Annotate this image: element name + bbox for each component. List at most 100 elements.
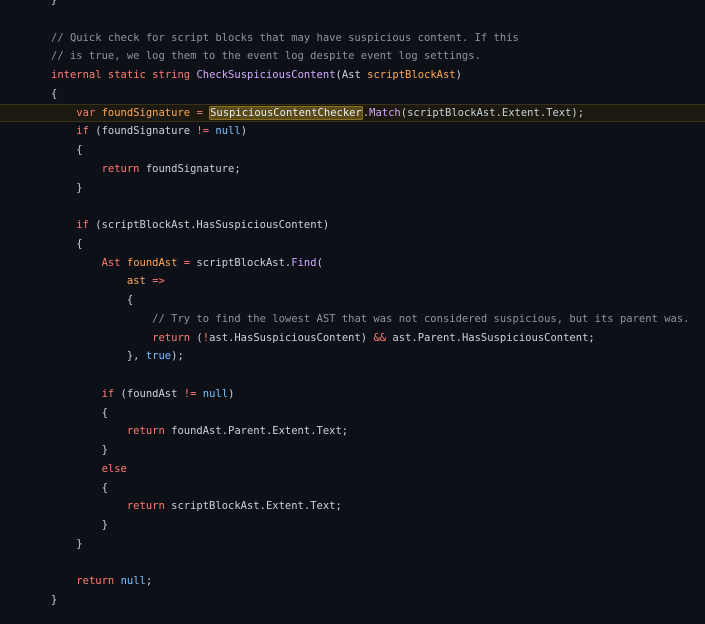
code-token: return: [126, 425, 165, 438]
code-token: {: [51, 481, 108, 494]
code-token: );: [171, 350, 184, 363]
code-token: (: [316, 256, 323, 269]
code-line[interactable]: if (foundAst != null): [0, 385, 705, 404]
code-token: // Quick check for script blocks that ma…: [51, 31, 519, 44]
code-view[interactable]: } // Quick check for script blocks that m…: [0, 0, 705, 624]
code-token: ): [228, 387, 235, 400]
code-token: foundAst.Parent.Extent.Text;: [164, 425, 349, 438]
code-line[interactable]: var foundSignature = SuspiciousContentCh…: [0, 103, 705, 123]
code-line[interactable]: [0, 197, 705, 216]
code-line[interactable]: }: [0, 591, 705, 610]
code-token: ): [240, 125, 248, 138]
code-token: },: [51, 350, 146, 363]
code-token: null: [215, 125, 241, 138]
code-line[interactable]: return foundSignature;: [0, 160, 705, 179]
code-line[interactable]: {: [0, 235, 705, 254]
code-token: foundSignature: [101, 106, 191, 119]
code-line[interactable]: return (!ast.HasSuspiciousContent) && as…: [0, 329, 705, 348]
code-token: ): [455, 69, 462, 81]
code-token: }: [51, 181, 83, 194]
code-token: foundSignature;: [139, 162, 241, 175]
code-token: var: [76, 106, 96, 119]
code-token: {: [51, 87, 58, 100]
code-token: ast.HasSuspiciousContent): [209, 331, 374, 344]
code-token: (scriptBlockAst.Extent.Text);: [400, 106, 585, 119]
code-line[interactable]: }: [0, 535, 705, 554]
code-line[interactable]: }: [0, 0, 705, 10]
code-token: {: [51, 406, 108, 419]
code-line[interactable]: {: [0, 479, 705, 498]
code-token: // is true, we log them to the event log…: [51, 50, 481, 63]
code-token: CheckSuspiciousContent: [196, 69, 336, 81]
code-line[interactable]: return null;: [0, 572, 705, 591]
code-line[interactable]: [0, 10, 705, 29]
code-token: // Try to find the lowest AST that was n…: [152, 312, 690, 325]
code-line[interactable]: else: [0, 460, 705, 479]
code-token: }: [51, 519, 108, 531]
code-line[interactable]: // Quick check for script blocks that ma…: [0, 29, 705, 48]
code-line[interactable]: [0, 366, 705, 385]
code-token: Ast: [101, 256, 121, 269]
code-token: =>: [152, 275, 165, 288]
code-token: {: [51, 237, 83, 250]
code-token: (: [190, 331, 203, 344]
code-line[interactable]: }: [0, 516, 705, 535]
code-line[interactable]: {: [0, 85, 705, 104]
code-token: null: [202, 387, 229, 400]
code-token: foundAst: [126, 256, 178, 269]
code-token: Match: [369, 106, 401, 119]
code-line[interactable]: }: [0, 179, 705, 198]
code-token: (Ast: [335, 69, 368, 81]
code-line[interactable]: {: [0, 141, 705, 160]
code-token: if: [76, 219, 89, 231]
code-token: ;: [145, 575, 153, 588]
code-token: ast: [126, 275, 146, 288]
code-token: }: [51, 594, 58, 606]
code-line[interactable]: // is true, we log them to the event log…: [0, 47, 705, 66]
code-token: Find: [291, 256, 317, 269]
code-token: {: [51, 144, 83, 156]
code-token: null: [120, 575, 146, 588]
code-line[interactable]: if (scriptBlockAst.HasSuspiciousContent): [0, 216, 705, 235]
code-token: string: [152, 69, 191, 81]
code-line[interactable]: {: [0, 291, 705, 310]
code-line[interactable]: internal static string CheckSuspiciousCo…: [0, 66, 705, 85]
code-line[interactable]: ast =>: [0, 272, 705, 291]
code-token: (scriptBlockAst.HasSuspiciousContent): [88, 219, 330, 231]
code-token: return: [76, 575, 115, 588]
code-token: else: [101, 462, 127, 475]
code-line[interactable]: }, true);: [0, 347, 705, 366]
code-token: if: [76, 125, 89, 138]
code-token: return: [101, 162, 140, 175]
code-token: scriptBlockAst.Extent.Text;: [164, 500, 342, 513]
code-token: internal: [51, 69, 102, 81]
code-line[interactable]: if (foundSignature != null): [0, 122, 705, 141]
code-token: return: [152, 331, 191, 344]
code-line[interactable]: {: [0, 404, 705, 423]
code-line[interactable]: return foundAst.Parent.Extent.Text;: [0, 422, 705, 441]
code-token: (foundSignature: [88, 125, 197, 138]
code-token: ast.Parent.HasSuspiciousContent;: [386, 331, 595, 344]
code-token: !=: [183, 387, 197, 400]
code-token: }: [51, 444, 108, 456]
code-token: static: [107, 69, 146, 81]
code-token: {: [51, 294, 134, 306]
code-line[interactable]: // Try to find the lowest AST that was n…: [0, 310, 705, 329]
code-line[interactable]: return scriptBlockAst.Extent.Text;: [0, 497, 705, 516]
code-token: }: [51, 0, 58, 6]
code-line[interactable]: [0, 554, 705, 573]
code-line[interactable]: Ast foundAst = scriptBlockAst.Find(: [0, 254, 705, 273]
code-line[interactable]: }: [0, 441, 705, 460]
